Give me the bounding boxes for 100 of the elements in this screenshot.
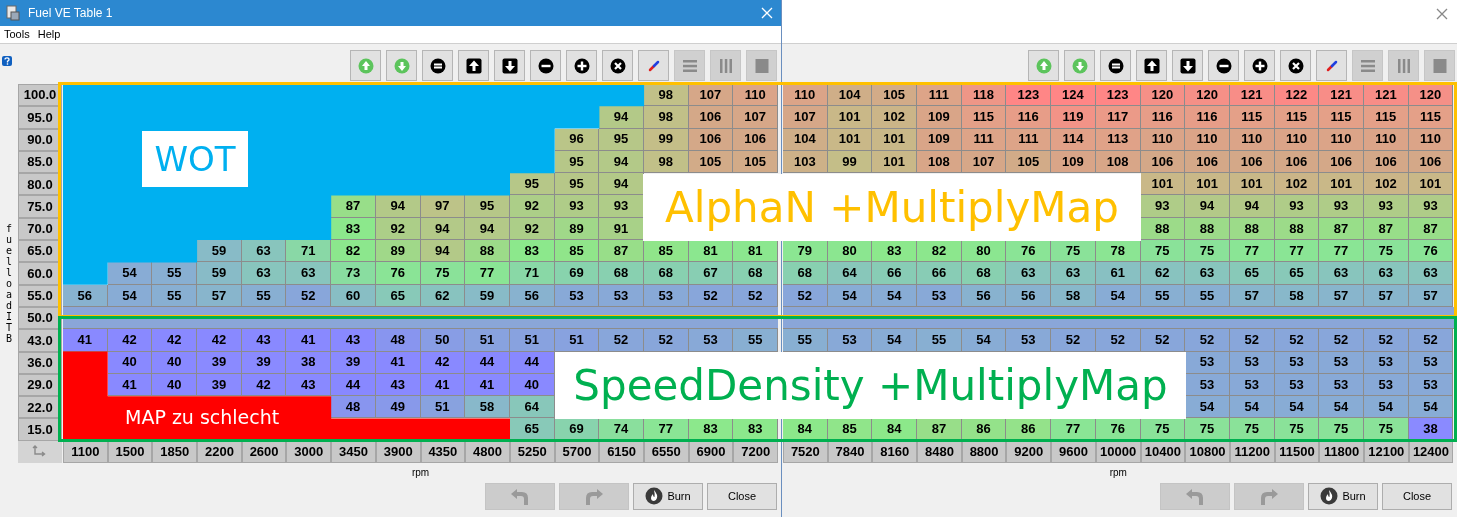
- table-cell: 52: [286, 284, 332, 307]
- table-cell: 116: [1006, 106, 1052, 129]
- toolbar-button[interactable]: [1244, 50, 1275, 81]
- table-cell: 101: [1185, 173, 1230, 196]
- axis-label: 2200: [197, 440, 242, 463]
- table-cell: 51: [465, 329, 510, 352]
- table-cell: 77: [1229, 240, 1275, 263]
- down-arrow-icon: [501, 57, 518, 74]
- axis-label: 22.0: [18, 396, 62, 419]
- table-cell: 61: [1095, 262, 1141, 285]
- close-button[interactable]: Close: [1382, 482, 1452, 510]
- axis-label: 3000: [286, 440, 332, 463]
- menu-item[interactable]: Tools: [4, 26, 30, 43]
- table-cell: 115: [961, 106, 1007, 129]
- table-cell: 94: [420, 240, 466, 263]
- table-cell: 94: [599, 150, 644, 174]
- table-cell: 52: [1140, 329, 1186, 352]
- table-cell: 53: [1006, 329, 1052, 352]
- table-cell: 110: [733, 84, 778, 107]
- table-cell: 103: [783, 150, 828, 174]
- table-cell: 39: [197, 373, 242, 397]
- table-cell: 59: [197, 240, 242, 263]
- table-cell: 120: [1185, 84, 1230, 107]
- burn-button[interactable]: Burn: [1308, 482, 1378, 510]
- table-cell: 54: [961, 329, 1007, 352]
- axis-label: 6150: [599, 440, 644, 463]
- table-cell: 54: [1319, 396, 1364, 419]
- axis-label: 3450: [331, 440, 376, 463]
- table-cell: 101: [1408, 173, 1454, 196]
- table-cell: 68: [783, 262, 828, 285]
- table-cell: 94: [1185, 195, 1230, 218]
- table-cell: 79: [783, 240, 828, 263]
- toolbar-button[interactable]: [566, 50, 597, 81]
- table-cell: 98: [643, 106, 689, 129]
- table-cell: 87: [331, 195, 376, 218]
- axis-label: 100.0: [18, 84, 62, 107]
- table-cell: 58: [465, 396, 510, 419]
- table-cell: 105: [872, 84, 918, 107]
- table-cell: 121: [1319, 84, 1364, 107]
- table-cell: 109: [917, 128, 962, 151]
- equals-icon: [1107, 57, 1124, 74]
- toolbar-button[interactable]: [530, 50, 561, 81]
- help-icon[interactable]: [2, 56, 12, 66]
- table-cell: 110: [783, 84, 828, 107]
- table-cell: 76: [1006, 240, 1052, 263]
- flame-icon: [1320, 487, 1339, 506]
- table-cell: 39: [197, 351, 242, 374]
- table-cell: 115: [1319, 106, 1364, 129]
- rows-icon: [681, 57, 698, 74]
- minus-icon: [1215, 57, 1232, 74]
- toolbar-button[interactable]: [494, 50, 525, 81]
- toolbar-button[interactable]: [1136, 50, 1167, 81]
- table-cell: 52: [1319, 329, 1364, 352]
- table-cell: 83: [733, 418, 778, 441]
- table-cell: 51: [509, 329, 555, 352]
- table-cell: 53: [827, 329, 873, 352]
- table-cell: 57: [197, 284, 242, 307]
- close-button[interactable]: Close: [707, 482, 777, 510]
- table-cell: 87: [599, 240, 644, 263]
- menu-item[interactable]: Help: [37, 26, 61, 43]
- table-cell: 38: [286, 351, 332, 374]
- table-cell: 93: [1274, 195, 1320, 218]
- up-arrow-circle-icon: [1035, 57, 1052, 74]
- table-cell: 106: [1319, 150, 1364, 174]
- table-cell: 77: [1051, 418, 1096, 441]
- table-cell: 42: [107, 329, 153, 352]
- table-cell: 101: [872, 128, 918, 151]
- table-cell: 75: [1274, 418, 1320, 441]
- table-cell: 75: [420, 262, 466, 285]
- table-cell: 106: [688, 106, 734, 129]
- table-cell: 102: [1274, 173, 1320, 196]
- columns-icon: [1395, 57, 1412, 74]
- table-cell: 95: [599, 128, 644, 151]
- table-cell: 66: [872, 262, 918, 285]
- table-cell: 77: [1274, 240, 1320, 263]
- table-cell: 101: [1140, 173, 1186, 196]
- toolbar-button[interactable]: [458, 50, 489, 81]
- table-cell: 65: [1229, 262, 1275, 285]
- table-cell: 54: [1229, 396, 1275, 419]
- table-cell: 52: [783, 284, 828, 307]
- table-cell: 101: [1229, 173, 1275, 196]
- table-cell: 104: [783, 128, 828, 151]
- toolbar-button[interactable]: [1100, 50, 1131, 81]
- columns-icon: [717, 57, 734, 74]
- table-cell: 108: [917, 150, 962, 174]
- toolbar-button[interactable]: [422, 50, 453, 81]
- toolbar-button[interactable]: [1280, 50, 1311, 81]
- table-cell: 54: [107, 262, 153, 285]
- toolbar-button[interactable]: [1208, 50, 1239, 81]
- table-cell: 52: [733, 284, 778, 307]
- table-cell: 41: [286, 329, 332, 352]
- toolbar-button[interactable]: [1172, 50, 1203, 81]
- down-arrow-circle-icon: [1071, 57, 1088, 74]
- close-icon[interactable]: [1436, 8, 1448, 20]
- table-cell: 87: [1319, 217, 1364, 241]
- toolbar-button[interactable]: [602, 50, 633, 81]
- axis-label: 7200: [733, 440, 778, 463]
- burn-button[interactable]: Burn: [633, 482, 703, 510]
- up-arrow-icon: [1143, 57, 1160, 74]
- table-cell: 53: [917, 284, 962, 307]
